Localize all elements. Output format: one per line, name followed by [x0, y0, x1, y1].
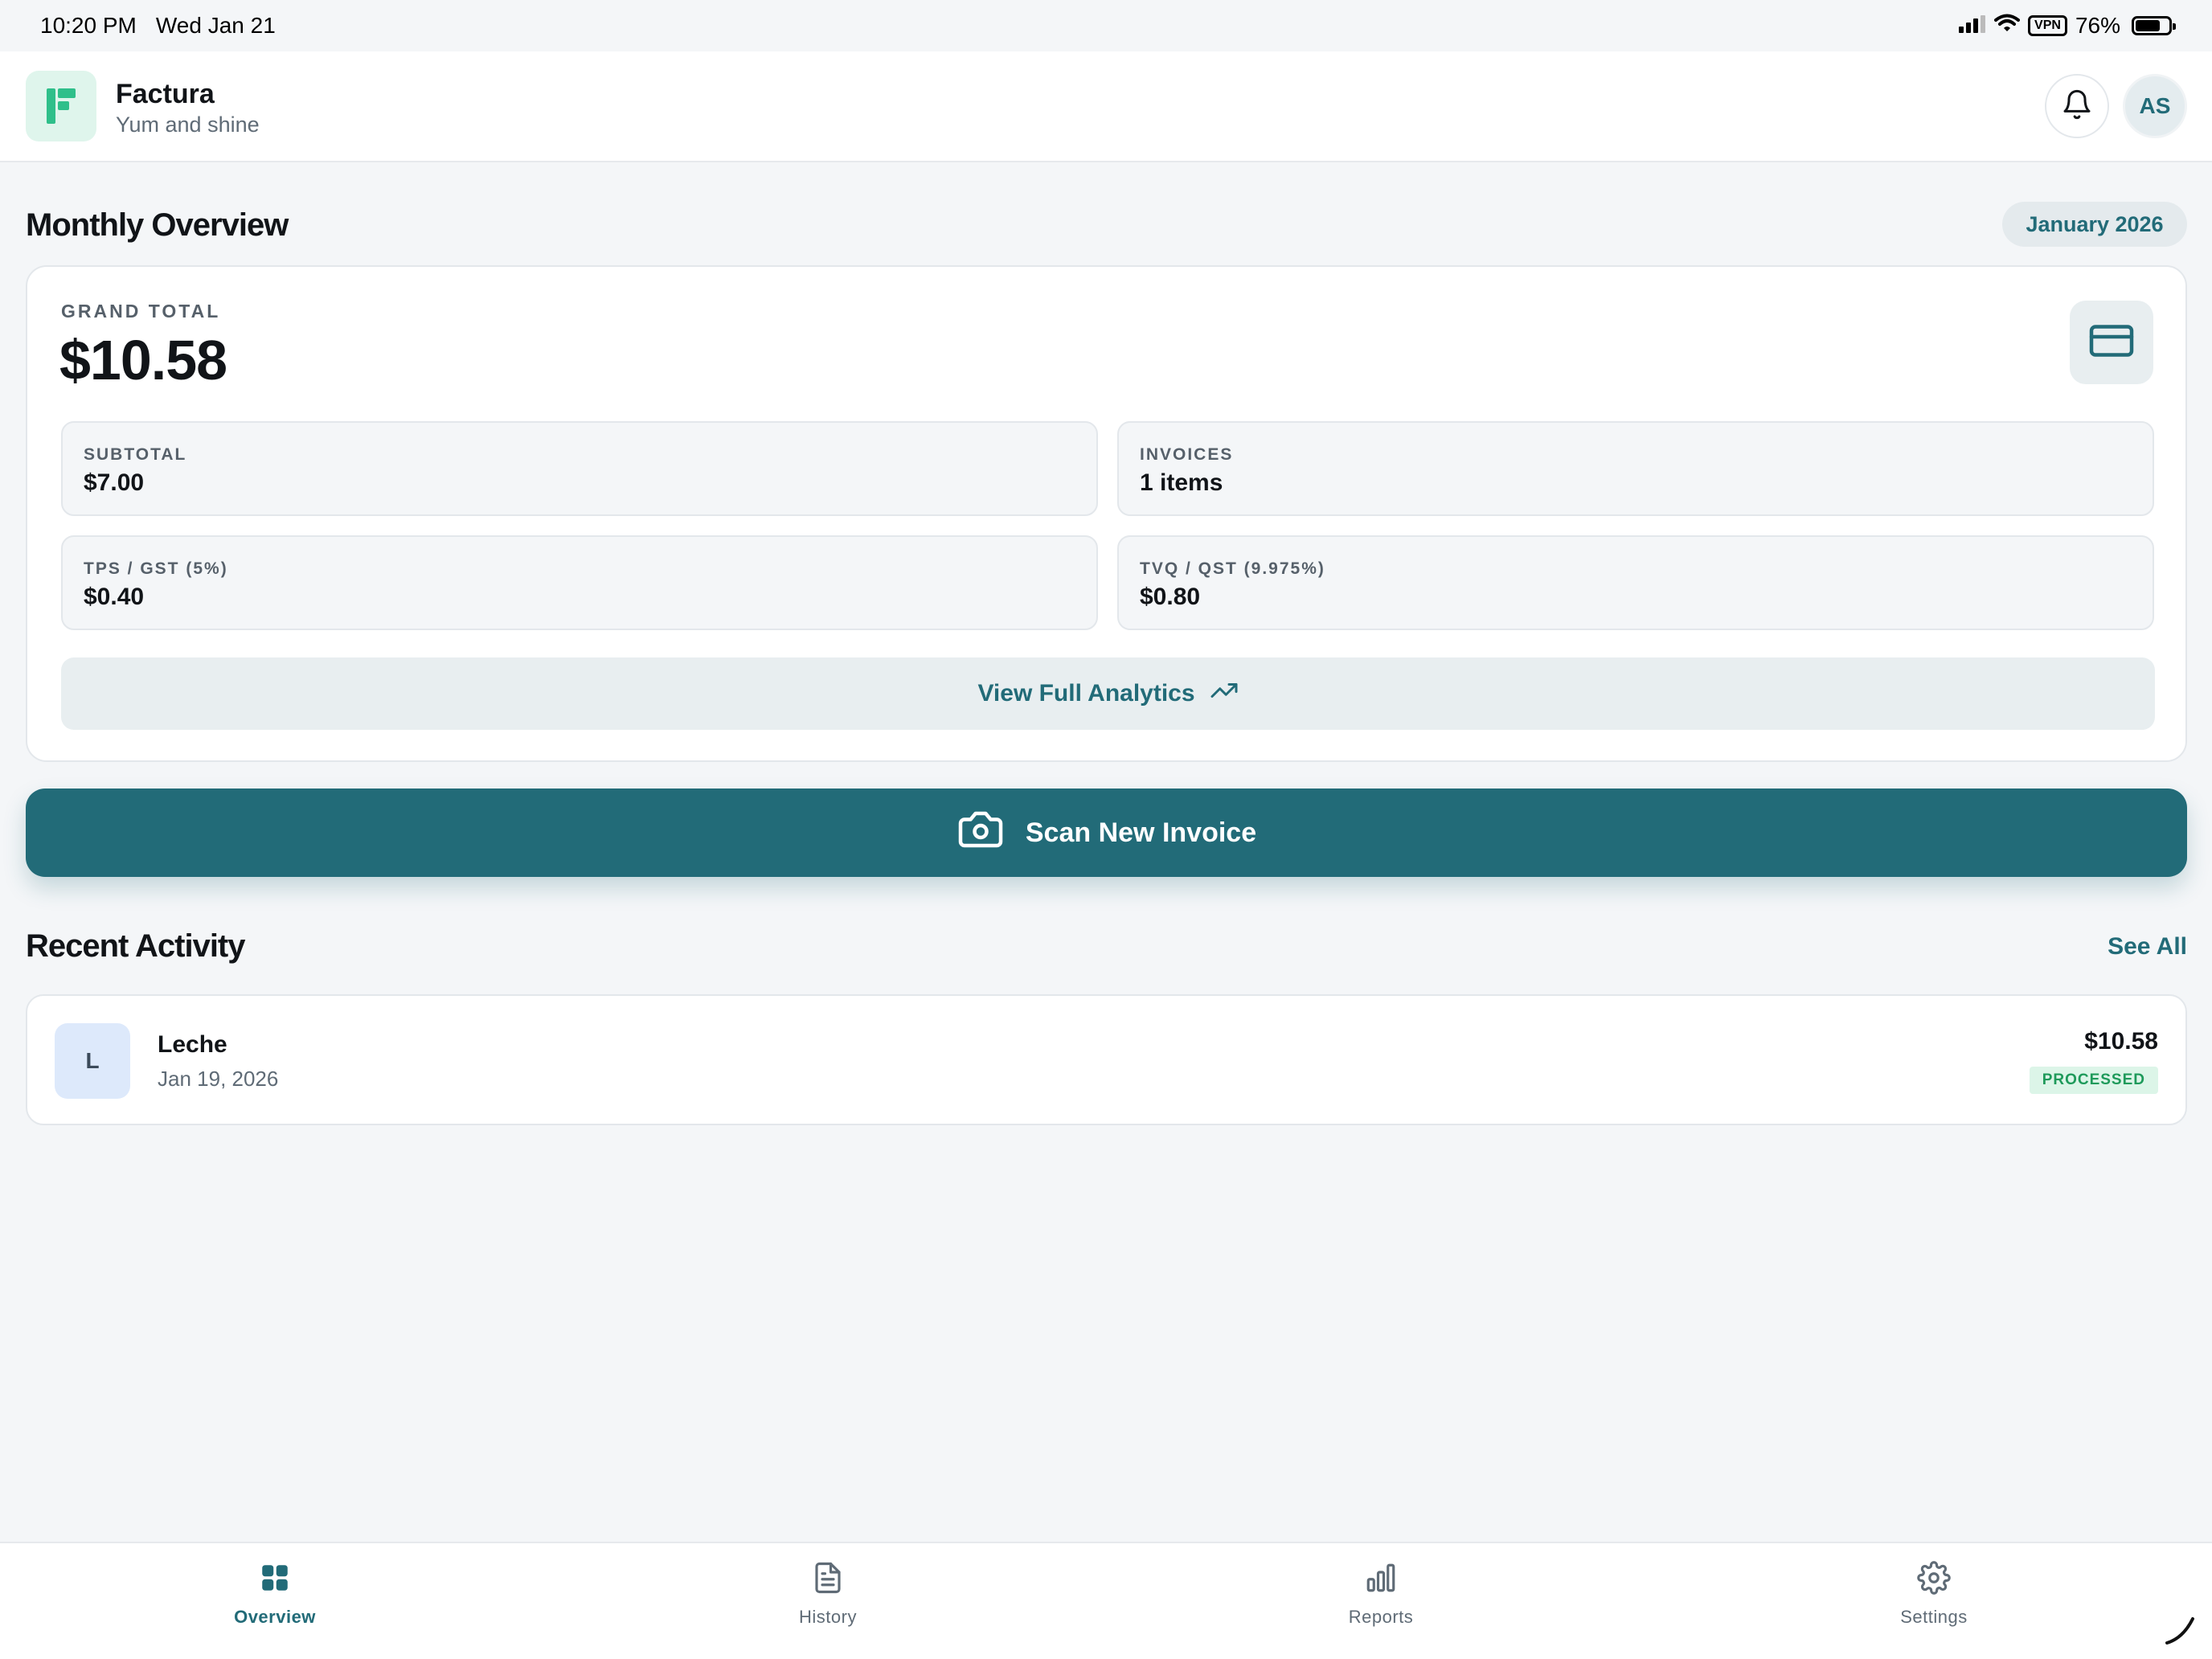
status-badge: PROCESSED — [2029, 1067, 2158, 1094]
scan-button-label: Scan New Invoice — [1025, 817, 1257, 848]
month-selector[interactable]: January 2026 — [2002, 202, 2187, 247]
vendor-initial-avatar: L — [55, 1023, 130, 1099]
subtotal-stat: SUBTOTAL $7.00 — [61, 421, 1098, 516]
status-time: 10:20 PM — [40, 13, 137, 38]
grand-total-label: GRAND TOTAL — [61, 301, 221, 322]
status-bar: 10:20 PM Wed Jan 21 VPN 76% — [0, 0, 2212, 51]
tab-label: Settings — [1900, 1607, 1968, 1627]
invoice-amount: $10.58 — [2084, 1028, 2158, 1055]
document-icon — [811, 1561, 845, 1599]
bottom-tab-bar: Overview History Reports Settings — [0, 1542, 2212, 1659]
grand-total-value: $10.58 — [59, 329, 227, 391]
user-avatar-button[interactable]: AS — [2123, 74, 2187, 138]
bar-chart-icon — [1364, 1561, 1398, 1599]
see-all-link[interactable]: See All — [2090, 933, 2187, 961]
battery-icon — [2132, 16, 2176, 35]
status-left: 10:20 PM Wed Jan 21 — [40, 13, 276, 39]
app-subtitle: Yum and shine — [116, 113, 260, 137]
notifications-button[interactable] — [2045, 74, 2109, 138]
activity-list-item[interactable]: L Leche Jan 19, 2026 $10.58 PROCESSED — [26, 994, 2187, 1125]
analytics-button-label: View Full Analytics — [977, 680, 1195, 707]
gst-stat: TPS / GST (5%) $0.40 — [61, 535, 1098, 630]
bell-icon — [2061, 88, 2093, 125]
invoices-stat: INVOICES 1 items — [1117, 421, 2154, 516]
grid-icon — [258, 1561, 292, 1599]
status-right: VPN 76% — [1959, 13, 2176, 39]
stat-value: $0.40 — [84, 584, 145, 610]
invoice-date: Jan 19, 2026 — [158, 1067, 279, 1091]
battery-percent: 76% — [2075, 13, 2120, 38]
monthly-overview-title: Monthly Overview — [26, 207, 289, 243]
factura-logo-icon — [26, 71, 96, 141]
tab-label: Overview — [234, 1607, 316, 1627]
stat-value: $0.80 — [1140, 584, 1201, 610]
tab-settings[interactable]: Settings — [1837, 1561, 2030, 1641]
camera-icon — [956, 805, 1005, 861]
stat-label: TVQ / QST (9.975%) — [1140, 559, 1325, 578]
qst-stat: TVQ / QST (9.975%) $0.80 — [1117, 535, 2154, 630]
gear-icon — [1917, 1561, 1951, 1599]
credit-card-icon-box — [2070, 301, 2153, 384]
tab-history[interactable]: History — [731, 1561, 924, 1641]
trending-up-icon — [1210, 676, 1239, 711]
stat-value: 1 items — [1140, 469, 1223, 496]
stat-label: SUBTOTAL — [84, 445, 187, 464]
app-name: Factura — [116, 79, 215, 109]
view-full-analytics-button[interactable]: View Full Analytics — [61, 657, 2155, 730]
corner-gesture-icon — [2164, 1614, 2196, 1646]
stat-value: $7.00 — [84, 469, 145, 496]
app-header: Factura Yum and shine AS — [0, 51, 2212, 162]
stat-label: TPS / GST (5%) — [84, 559, 228, 578]
status-date: Wed Jan 21 — [155, 13, 276, 38]
tab-label: Reports — [1348, 1607, 1414, 1627]
stat-label: INVOICES — [1140, 445, 1234, 464]
overview-card: GRAND TOTAL $10.58 SUBTOTAL $7.00 INVOIC… — [26, 265, 2187, 762]
cellular-signal-icon — [1959, 13, 1986, 39]
vendor-name: Leche — [158, 1031, 227, 1058]
tab-label: History — [799, 1607, 857, 1627]
scan-new-invoice-button[interactable]: Scan New Invoice — [26, 789, 2187, 877]
vpn-badge: VPN — [2028, 15, 2067, 36]
tab-overview[interactable]: Overview — [178, 1561, 371, 1641]
recent-activity-title: Recent Activity — [26, 928, 245, 964]
wifi-icon — [1994, 13, 2021, 39]
credit-card-icon — [2087, 317, 2136, 369]
tab-reports[interactable]: Reports — [1284, 1561, 1477, 1641]
